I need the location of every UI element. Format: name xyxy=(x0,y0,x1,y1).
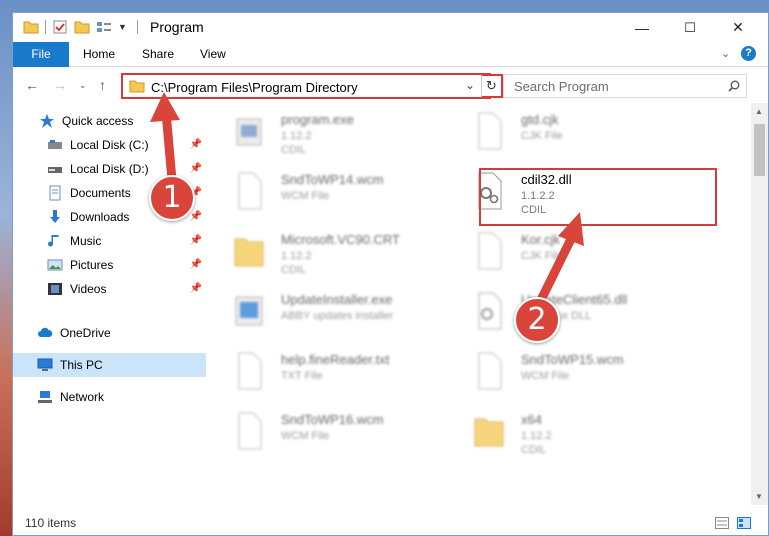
annotation-arrows xyxy=(150,92,584,307)
step-badge-1: 1 xyxy=(149,175,195,221)
step-badge-2: 2 xyxy=(514,297,560,343)
arrow-to-dll-file xyxy=(535,212,584,307)
arrow-to-address-bar xyxy=(150,92,180,185)
